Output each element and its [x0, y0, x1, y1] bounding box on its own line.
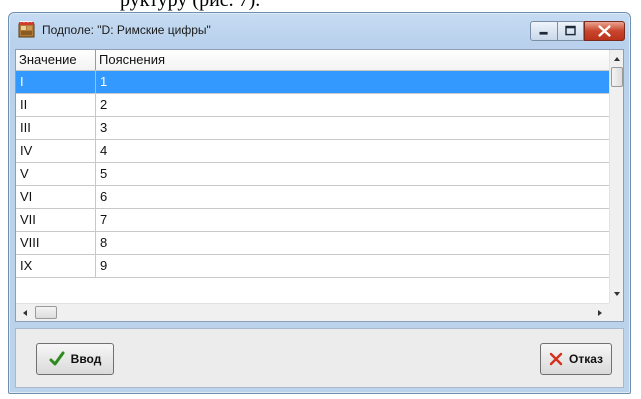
- cell-note[interactable]: 7: [96, 209, 609, 231]
- vertical-scrollbar[interactable]: [609, 50, 624, 303]
- cell-note[interactable]: 2: [96, 94, 609, 116]
- checkmark-icon: [49, 351, 65, 366]
- maximize-icon: [565, 25, 576, 36]
- cell-value[interactable]: VI: [16, 186, 96, 208]
- cancel-button-label: Отказ: [568, 352, 603, 366]
- table-row[interactable]: II 2: [16, 94, 609, 117]
- table-row[interactable]: VIII 8: [16, 232, 609, 255]
- table-row[interactable]: III 3: [16, 117, 609, 140]
- scroll-left-icon[interactable]: [18, 306, 32, 320]
- horizontal-scroll-thumb[interactable]: [35, 306, 57, 319]
- scroll-right-icon[interactable]: [593, 306, 607, 320]
- table-row[interactable]: IX 9: [16, 255, 609, 278]
- window-title: Подполе: "D: Римские цифры": [42, 23, 211, 37]
- cancel-button[interactable]: Отказ: [540, 343, 612, 375]
- table-row[interactable]: IV 4: [16, 140, 609, 163]
- dialog-window: Подполе: "D: Римские цифры" Значение Поя…: [8, 12, 631, 394]
- cell-note[interactable]: 6: [96, 186, 609, 208]
- button-panel: Ввод Отказ: [15, 328, 624, 388]
- maximize-button[interactable]: [558, 21, 584, 41]
- horizontal-scrollbar[interactable]: [16, 303, 609, 321]
- minimize-button[interactable]: [530, 21, 558, 41]
- table-row[interactable]: VII 7: [16, 209, 609, 232]
- minimize-icon: [539, 31, 548, 35]
- title-bar[interactable]: Подполе: "D: Римские цифры": [9, 13, 630, 47]
- vertical-scroll-thumb[interactable]: [611, 67, 623, 87]
- cell-value[interactable]: IX: [16, 255, 96, 277]
- background-document-text: руктуру (рис. 7).: [120, 0, 261, 11]
- cell-value[interactable]: II: [16, 94, 96, 116]
- cell-note[interactable]: 9: [96, 255, 609, 277]
- data-grid: Значение Пояснения I 1 II 2 III 3 IV 4 V 5 VI 6 VII 7…: [15, 49, 624, 322]
- cell-value[interactable]: I: [16, 71, 96, 93]
- close-button[interactable]: [584, 21, 625, 41]
- ok-button-label: Ввод: [70, 352, 102, 366]
- cell-note[interactable]: 8: [96, 232, 609, 254]
- column-header-notes[interactable]: Пояснения: [96, 50, 609, 70]
- scroll-down-icon[interactable]: [610, 287, 624, 301]
- cell-value[interactable]: V: [16, 163, 96, 185]
- cell-note[interactable]: 3: [96, 117, 609, 139]
- grid-rows: I 1 II 2 III 3 IV 4 V 5 VI 6 VII 7 VIII 8 IX 9: [16, 71, 609, 278]
- close-icon: [598, 25, 611, 37]
- cell-value[interactable]: IV: [16, 140, 96, 162]
- x-mark-icon: [549, 352, 563, 366]
- table-row[interactable]: V5: [16, 163, 609, 186]
- scrollbar-corner: [609, 303, 623, 321]
- app-icon: [18, 21, 35, 38]
- cell-value[interactable]: VII: [16, 209, 96, 231]
- cell-note[interactable]: 5: [96, 163, 609, 185]
- table-row[interactable]: VI 6: [16, 186, 609, 209]
- cell-value[interactable]: III: [16, 117, 96, 139]
- cell-note[interactable]: 1: [96, 71, 609, 93]
- column-header-value[interactable]: Значение: [16, 50, 96, 70]
- table-row[interactable]: I1: [16, 71, 609, 94]
- scroll-up-icon[interactable]: [610, 52, 624, 66]
- cell-note[interactable]: 4: [96, 140, 609, 162]
- grid-header: Значение Пояснения: [16, 50, 609, 71]
- ok-button[interactable]: Ввод: [36, 343, 114, 375]
- cell-value[interactable]: VIII: [16, 232, 96, 254]
